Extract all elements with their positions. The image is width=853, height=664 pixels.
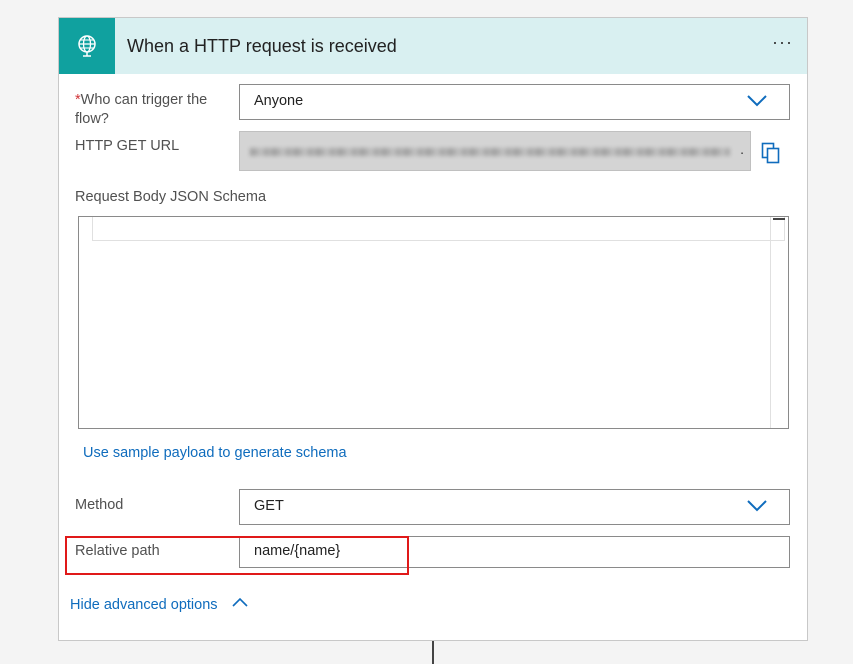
chevron-down-icon xyxy=(747,500,767,516)
chevron-down-icon xyxy=(747,95,767,111)
generate-schema-link[interactable]: Use sample payload to generate schema xyxy=(83,445,347,461)
copy-icon[interactable] xyxy=(761,142,781,164)
hide-advanced-options-link[interactable]: Hide advanced options xyxy=(70,595,248,613)
chevron-up-icon xyxy=(231,595,248,611)
more-options-icon[interactable]: ··· xyxy=(772,32,793,53)
method-value: GET xyxy=(254,498,284,514)
relative-path-highlight xyxy=(65,536,409,575)
http-get-url-label: HTTP GET URL xyxy=(75,138,180,154)
trigger-card: When a HTTP request is received ··· *Who… xyxy=(58,17,808,641)
scrollbar-thumb[interactable] xyxy=(773,218,785,220)
redacted-url xyxy=(250,148,730,156)
who-can-trigger-text: Who can trigger the flow? xyxy=(75,92,208,127)
card-header[interactable]: When a HTTP request is received ··· xyxy=(59,18,807,74)
globe-request-icon xyxy=(59,18,115,74)
method-label: Method xyxy=(75,497,124,513)
method-dropdown[interactable]: GET xyxy=(239,489,790,525)
who-can-trigger-dropdown[interactable]: Anyone xyxy=(239,84,790,120)
who-can-trigger-value: Anyone xyxy=(254,93,304,109)
url-suffix: . xyxy=(740,141,744,157)
who-can-trigger-label: *Who can trigger the flow? xyxy=(75,91,225,129)
flow-connector xyxy=(432,641,434,664)
schema-scrollbar[interactable] xyxy=(770,217,788,428)
http-get-url-field[interactable]: . xyxy=(239,131,751,171)
schema-editor[interactable] xyxy=(78,216,789,429)
schema-label: Request Body JSON Schema xyxy=(75,189,267,205)
card-title: When a HTTP request is received xyxy=(127,36,397,56)
hide-advanced-options-label: Hide advanced options xyxy=(70,597,218,613)
schema-first-line xyxy=(92,217,785,241)
